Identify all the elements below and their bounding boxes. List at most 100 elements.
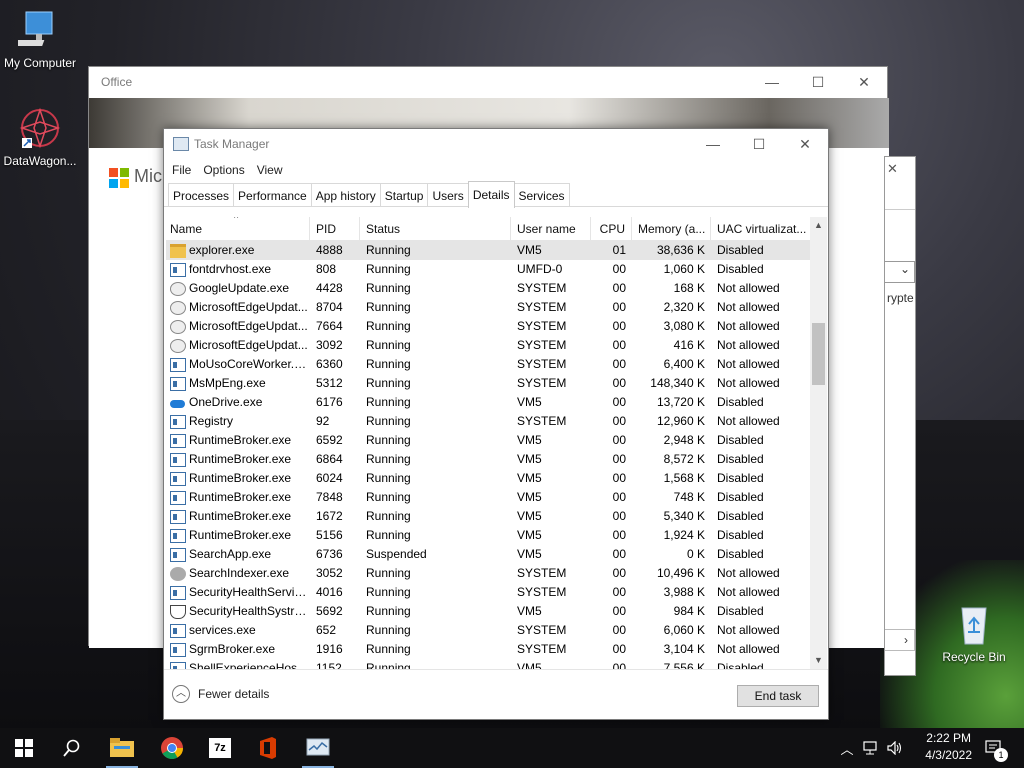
table-row[interactable]: explorer.exe 4888 Running VM5 01 38,636 K Disa…	[166, 241, 811, 260]
scrollbar-thumb[interactable]	[812, 323, 825, 385]
table-row[interactable]: fontdrvhost.exe 808 Running UMFD-0 00 1,060 K…	[166, 260, 811, 279]
tab-services[interactable]: Services	[513, 183, 570, 206]
table-row[interactable]: SearchIndexer.exe 3052 Running SYSTEM 00 10,4…	[166, 564, 811, 583]
notification-center-icon[interactable]: 1	[980, 728, 1008, 768]
desktop-icon-datawagon[interactable]: DataWagon...	[0, 106, 80, 168]
process-pid: 8704	[316, 300, 343, 314]
end-task-button[interactable]: End task	[737, 685, 819, 707]
tab-performance[interactable]: Performance	[233, 183, 312, 206]
process-user: VM5	[517, 395, 542, 409]
close-button[interactable]: ✕	[782, 129, 828, 159]
volume-icon[interactable]	[884, 728, 906, 768]
process-status: Suspended	[366, 547, 427, 561]
datawagon-icon	[18, 106, 62, 150]
dropdown-field[interactable]: ⌄	[885, 261, 915, 283]
sort-ascending-icon: ^	[234, 217, 239, 223]
process-name: explorer.exe	[189, 243, 255, 257]
process-status: Running	[366, 528, 411, 542]
process-user: VM5	[517, 547, 542, 561]
system-clock[interactable]: 2:22 PM 4/3/2022	[925, 730, 972, 764]
process-uac: Disabled	[717, 547, 764, 561]
desktop-icon-my-computer[interactable]: My Computer	[0, 8, 80, 70]
column-header-memory[interactable]: Memory (a...	[632, 217, 711, 240]
table-row[interactable]: RuntimeBroker.exe 1672 Running VM5 00 5,340 K…	[166, 507, 811, 526]
process-name: ShellExperienceHost...	[189, 661, 310, 669]
tab-users[interactable]: Users	[427, 183, 469, 206]
minimize-button[interactable]: —	[749, 67, 795, 98]
column-header-uac[interactable]: UAC virtualizat...	[711, 217, 811, 240]
table-row[interactable]: OneDrive.exe 6176 Running VM5 00 13,720 K Disa…	[166, 393, 811, 412]
close-icon[interactable]: ✕	[887, 161, 898, 177]
search-icon[interactable]	[50, 728, 94, 768]
process-name-cell: SecurityHealthServic...	[166, 583, 310, 602]
table-row[interactable]: MicrosoftEdgeUpdat... 8704 Running SYSTEM 00…	[166, 298, 811, 317]
desktop-icon-label: DataWagon...	[3, 154, 77, 168]
chrome-icon[interactable]	[150, 728, 194, 768]
background-dialog[interactable]: ✕ ⌄ rypte ›	[884, 156, 916, 676]
process-cpu: 00	[612, 604, 626, 618]
column-header-status[interactable]: Status	[360, 217, 511, 240]
menu-file[interactable]: File	[172, 159, 197, 183]
task-manager-window[interactable]: Task Manager — ☐ ✕ File Options View Pro…	[163, 128, 829, 720]
tab-details[interactable]: Details	[467, 181, 515, 208]
table-row[interactable]: RuntimeBroker.exe 7848 Running VM5 00 748 K Di…	[166, 488, 811, 507]
app-icon	[170, 585, 186, 600]
column-header-pid[interactable]: PID	[310, 217, 360, 240]
table-row[interactable]: GoogleUpdate.exe 4428 Running SYSTEM 00 168 K…	[166, 279, 811, 298]
table-row[interactable]: RuntimeBroker.exe 5156 Running VM5 00 1,924 K…	[166, 526, 811, 545]
office-icon[interactable]	[246, 728, 290, 768]
fewer-details-button[interactable]: ︿ Fewer details	[172, 685, 269, 703]
task-manager-title-bar[interactable]: Task Manager — ☐ ✕	[164, 129, 828, 159]
column-header-cpu[interactable]: CPU	[591, 217, 632, 240]
table-row[interactable]: RuntimeBroker.exe 6592 Running VM5 00 2,948 K…	[166, 431, 811, 450]
table-row[interactable]: MicrosoftEdgeUpdat... 3092 Running SYSTEM 00…	[166, 336, 811, 355]
column-header-user-name[interactable]: User name	[511, 217, 591, 240]
tab-app-history[interactable]: App history	[310, 183, 381, 206]
minimize-button[interactable]: —	[690, 129, 736, 159]
desktop-icon-recycle-bin[interactable]: Recycle Bin	[934, 602, 1014, 664]
tab-startup[interactable]: Startup	[379, 183, 429, 206]
process-status: Running	[366, 509, 411, 523]
app-icon	[170, 262, 186, 277]
maximize-button[interactable]: ☐	[736, 129, 782, 159]
table-row[interactable]: SecurityHealthSystra... 5692 Running VM5 00 9…	[166, 602, 811, 621]
process-user: SYSTEM	[517, 566, 567, 580]
file-explorer-icon[interactable]	[100, 728, 144, 768]
tab-processes[interactable]: Processes	[168, 183, 235, 206]
vertical-scrollbar[interactable]: ▲ ▼	[810, 217, 827, 669]
process-status: Running	[366, 300, 411, 314]
office-title-bar[interactable]: Office — ☐ ✕	[89, 67, 887, 98]
scroll-down-icon[interactable]: ▼	[810, 652, 827, 669]
process-memory: 748 K	[673, 490, 705, 504]
process-cpu: 00	[612, 509, 626, 523]
menu-view[interactable]: View	[257, 159, 289, 183]
computer-icon	[14, 8, 62, 52]
menu-options[interactable]: Options	[203, 159, 250, 183]
table-row[interactable]: MsMpEng.exe 5312 Running SYSTEM 00 148,340 K N…	[166, 374, 811, 393]
table-row[interactable]: services.exe 652 Running SYSTEM 00 6,060 K Not…	[166, 621, 811, 640]
maximize-button[interactable]: ☐	[795, 67, 841, 98]
table-row[interactable]: MicrosoftEdgeUpdat... 7664 Running SYSTEM 00…	[166, 317, 811, 336]
table-row[interactable]: MoUsoCoreWorker.e... 6360 Running SYSTEM 00 6…	[166, 355, 811, 374]
table-row[interactable]: RuntimeBroker.exe 6024 Running VM5 00 1,568 K…	[166, 469, 811, 488]
network-icon[interactable]	[860, 728, 882, 768]
7zip-icon[interactable]: 7z	[198, 728, 242, 768]
process-memory: 3,104 K	[663, 642, 705, 656]
show-hidden-icons-icon[interactable]: ︿	[838, 728, 856, 768]
windows-start-icon[interactable]	[2, 728, 46, 768]
table-row[interactable]: ShellExperienceHost... 1152 Running VM5 00 7,…	[166, 659, 811, 669]
process-memory: 38,636 K	[656, 243, 705, 257]
scroll-up-icon[interactable]: ▲	[810, 217, 827, 234]
table-row[interactable]: SgrmBroker.exe 1916 Running SYSTEM 00 3,104 K…	[166, 640, 811, 659]
table-row[interactable]: Registry 92 Running SYSTEM 00 12,960 K Not all…	[166, 412, 811, 431]
table-row[interactable]: SearchApp.exe 6736 Suspended VM5 00 0 K Disabl…	[166, 545, 811, 564]
process-user: VM5	[517, 509, 542, 523]
table-row[interactable]: RuntimeBroker.exe 6864 Running VM5 00 8,572 K…	[166, 450, 811, 469]
shield-icon	[170, 604, 186, 619]
close-button[interactable]: ✕	[841, 67, 887, 98]
process-name-cell: services.exe	[166, 621, 310, 640]
scroll-right-button[interactable]: ›	[885, 629, 915, 651]
process-name: RuntimeBroker.exe	[189, 471, 292, 485]
task-manager-icon[interactable]	[296, 728, 340, 768]
table-row[interactable]: SecurityHealthServic... 4016 Running SYSTEM…	[166, 583, 811, 602]
